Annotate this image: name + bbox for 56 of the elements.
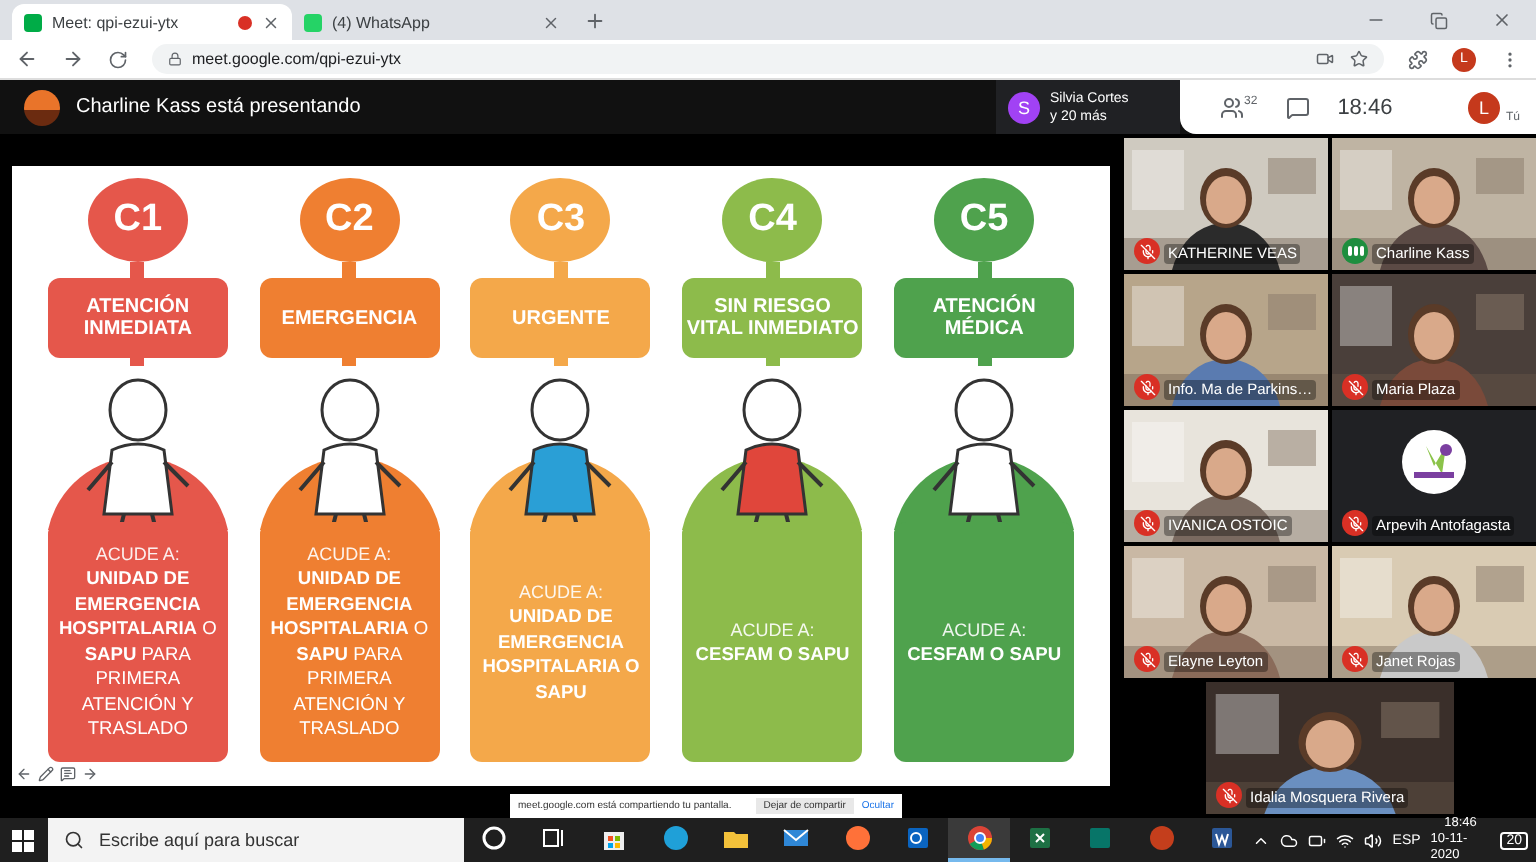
- presenter-text: Charline Kass está presentando: [76, 96, 363, 118]
- chrome-icon[interactable]: [948, 818, 1010, 862]
- level-title: ATENCIÓN INMEDIATA: [47, 278, 228, 358]
- level-code: C4: [722, 178, 823, 262]
- organization-logo: [1402, 430, 1466, 494]
- instruction-text: UNIDAD DE EMERGENCIA HOSPITALARIA O SAPU PARA PRIMERA ATENCIÓN Y TRASLADO: [268, 566, 431, 742]
- browser-tab[interactable]: (4) WhatsApp: [292, 4, 572, 40]
- cloud-icon[interactable]: [1280, 831, 1299, 849]
- instruction-lead: ACUDE A:: [942, 617, 1027, 642]
- video-app-icon: [24, 13, 42, 31]
- chat-app-icon: [304, 13, 322, 31]
- instruction-text: UNIDAD DE EMERGENCIA HOSPITALARIA O SAPU: [480, 604, 642, 704]
- self-avatar: L: [1467, 91, 1500, 123]
- forward-icon[interactable]: [62, 48, 84, 70]
- chat-icon[interactable]: [1285, 95, 1310, 119]
- level-code: C3: [510, 178, 611, 262]
- new-tab-icon[interactable]: [584, 10, 606, 32]
- battery-icon[interactable]: [1308, 831, 1327, 849]
- meeting-time: 18:46: [1337, 95, 1393, 119]
- address-field[interactable]: meet.google.com/qpi-ezui-ytx: [152, 44, 1384, 74]
- search-field[interactable]: Escribe aquí para buscar: [47, 818, 464, 862]
- comment-icon[interactable]: [60, 766, 76, 782]
- search-placeholder: Escribe aquí para buscar: [99, 830, 300, 850]
- reload-icon[interactable]: [108, 49, 128, 69]
- instruction-lead: ACUDE A:: [730, 617, 815, 642]
- browser-tab[interactable]: Meet: qpi-ezui-ytx: [12, 4, 292, 40]
- level-title: URGENTE: [470, 278, 651, 358]
- volume-icon[interactable]: [1364, 831, 1383, 849]
- instruction-lead: ACUDE A:: [518, 580, 603, 604]
- extensions-icon[interactable]: [1408, 49, 1428, 69]
- wifi-icon[interactable]: [1336, 831, 1355, 849]
- close-icon[interactable]: [542, 13, 560, 31]
- level-code: C1: [87, 178, 188, 262]
- level-code: C2: [299, 178, 400, 262]
- restore-icon[interactable]: [1430, 11, 1448, 29]
- back-icon[interactable]: [16, 48, 38, 70]
- level-title: SIN RIESGO VITAL INMEDIATO: [682, 278, 863, 358]
- close-icon[interactable]: [1492, 10, 1512, 30]
- lock-icon: [168, 52, 182, 66]
- camera-icon[interactable]: [1316, 50, 1334, 68]
- presenter-avatar: [24, 89, 60, 125]
- level-code: C5: [934, 178, 1035, 262]
- pen-icon[interactable]: [38, 766, 54, 782]
- close-icon[interactable]: [262, 13, 280, 31]
- instruction-text: CESFAM O SAPU: [907, 641, 1062, 667]
- star-icon[interactable]: [1350, 50, 1368, 68]
- instruction-text: UNIDAD DE EMERGENCIA HOSPITALARIA O SAPU PARA PRIMERA ATENCIÓN Y TRASLADO: [56, 566, 219, 742]
- participant-avatar: S: [1008, 91, 1040, 123]
- next-icon[interactable]: [82, 766, 98, 782]
- search-icon: [63, 830, 84, 850]
- level-title: EMERGENCIA: [259, 278, 440, 358]
- level-title: ATENCIÓN MÉDICA: [894, 278, 1075, 358]
- instruction-text: CESFAM O SAPU: [695, 641, 850, 667]
- instruction-lead: ACUDE A:: [307, 542, 392, 567]
- previous-icon[interactable]: [16, 766, 32, 782]
- instruction-lead: ACUDE A:: [95, 542, 180, 567]
